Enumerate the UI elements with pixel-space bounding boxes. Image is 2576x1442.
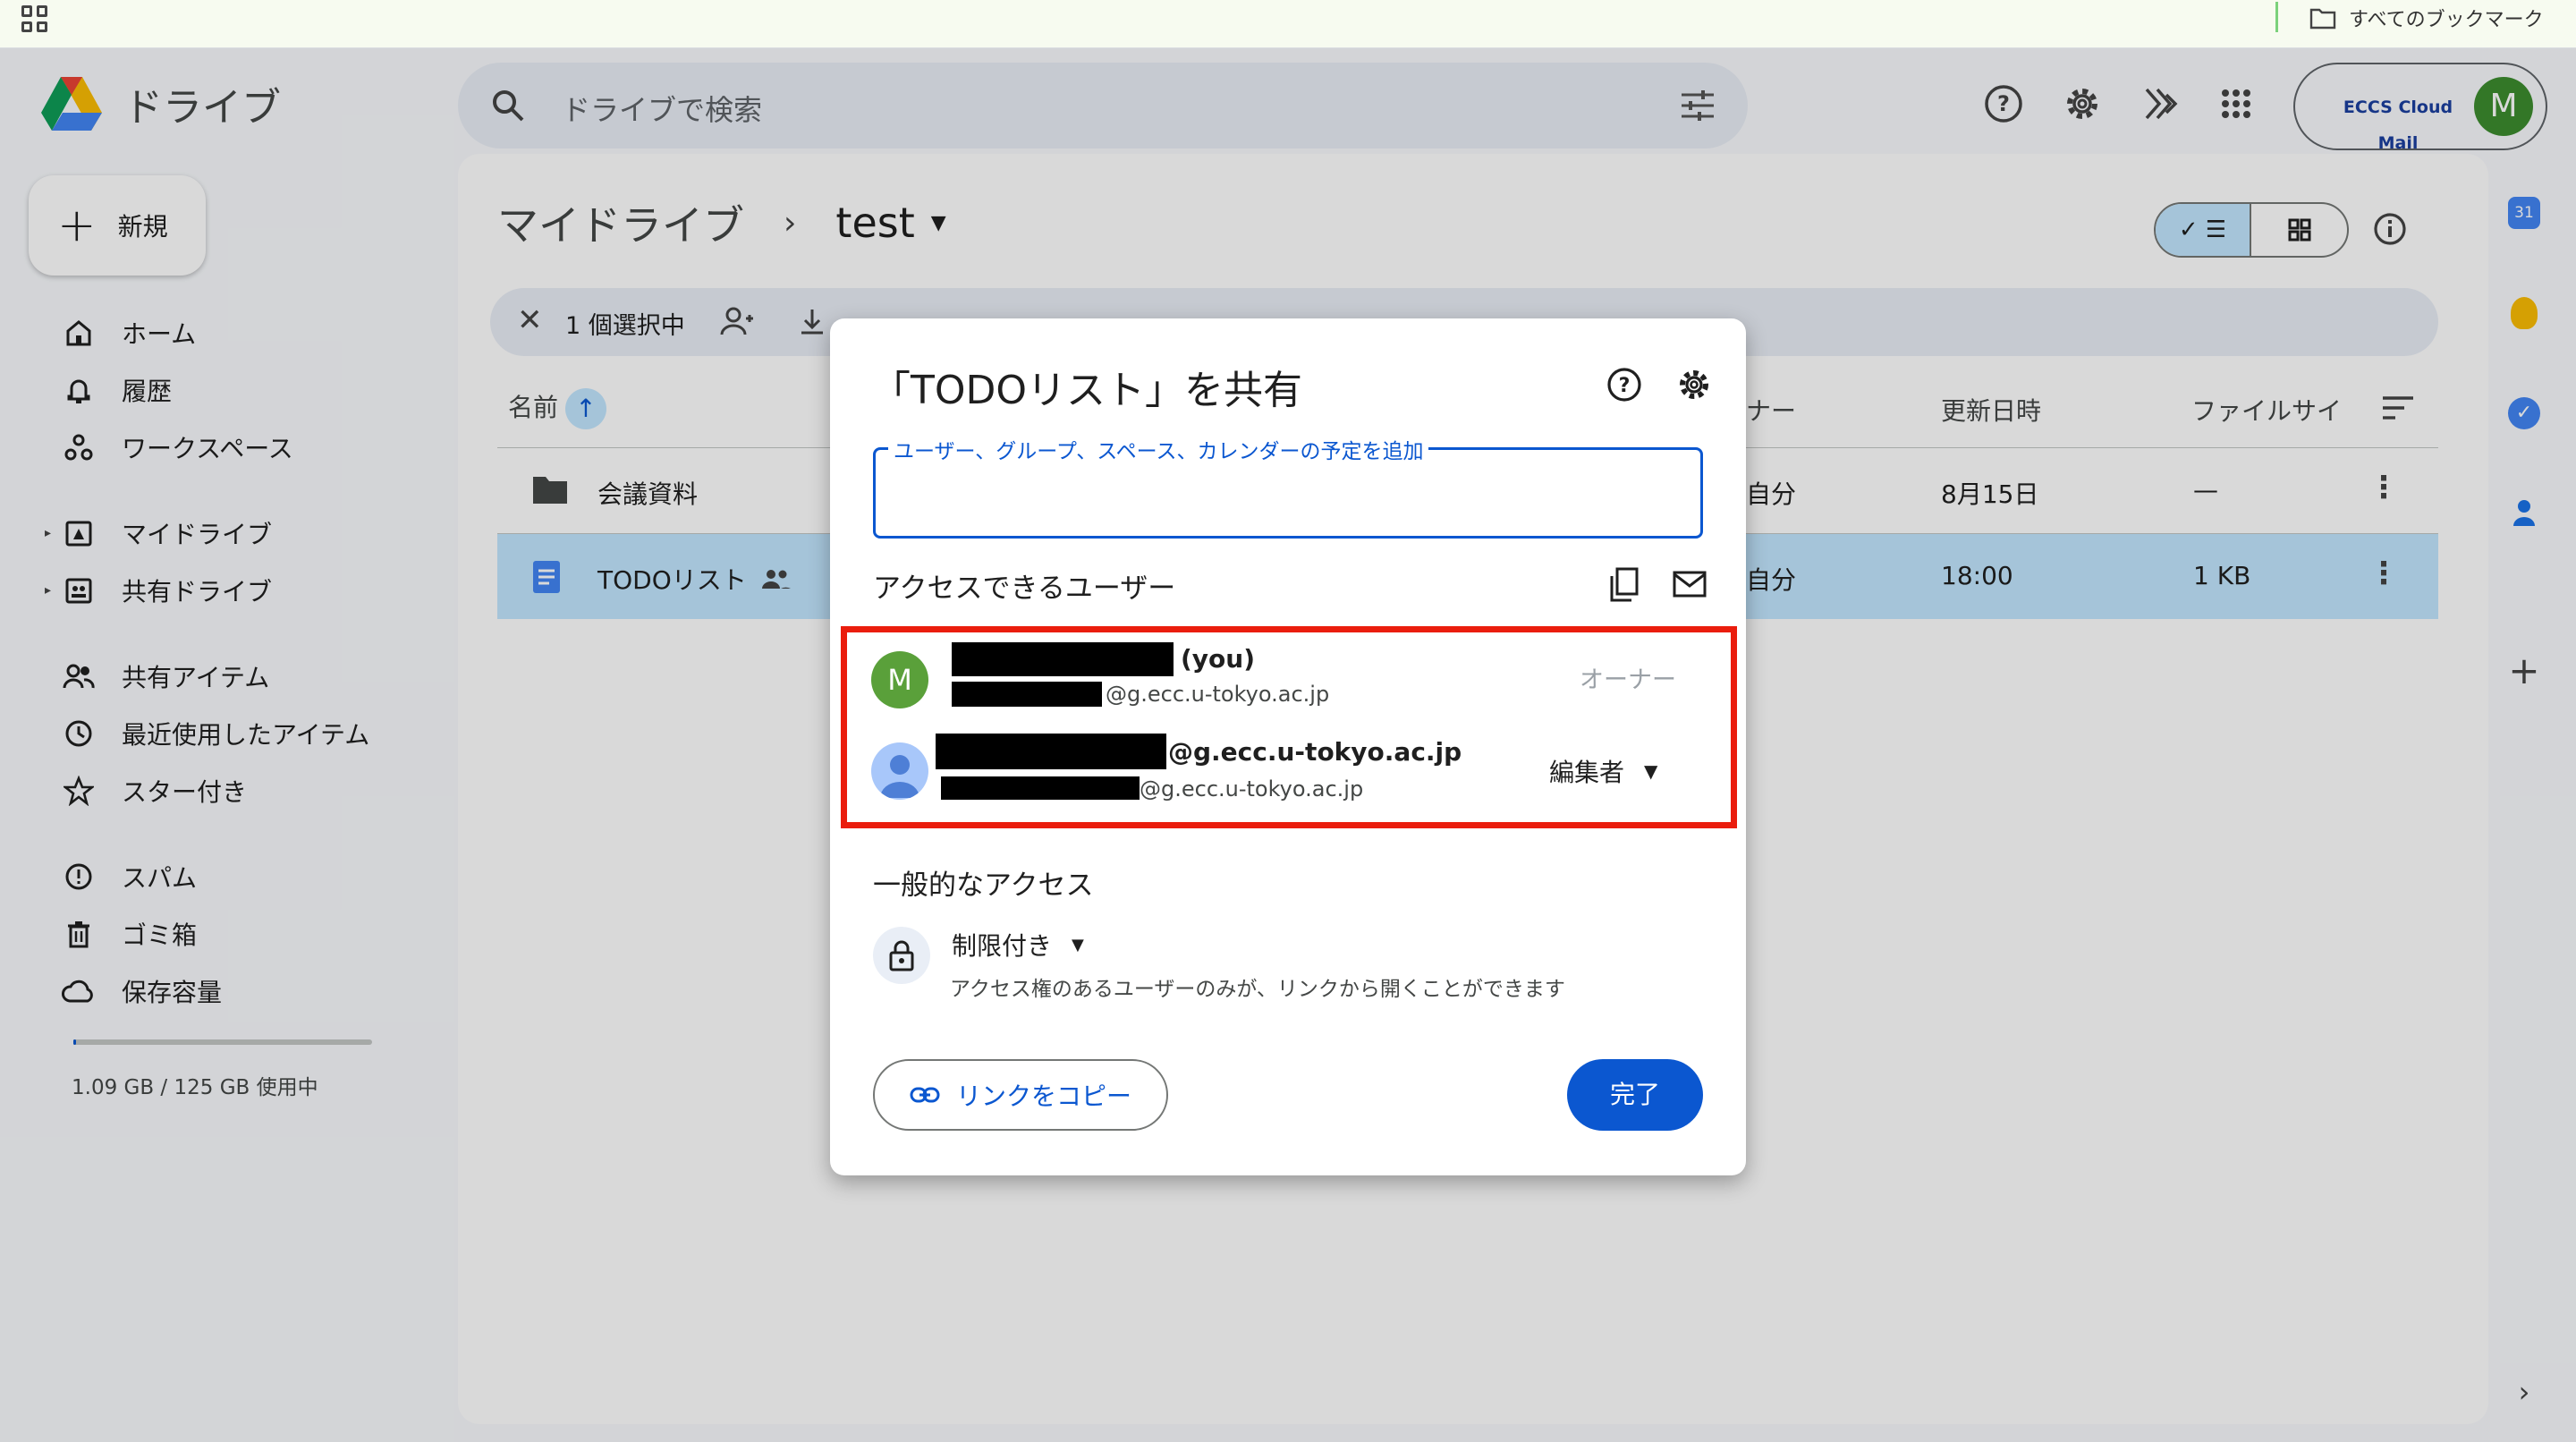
add-people-input[interactable]: ユーザー、グループ、スペース、カレンダーの予定を追加: [873, 434, 1703, 539]
general-access-description: アクセス権のあるユーザーのみが、リンクから開くことができます: [950, 978, 1565, 1001]
role-owner-label: オーナー: [1580, 666, 1676, 694]
people-with-access-heading: アクセスできるユーザー: [873, 573, 1176, 605]
role-editor-label: 編集者: [1549, 758, 1625, 787]
done-button[interactable]: 完了: [1567, 1059, 1703, 1131]
copy-emails-icon[interactable]: [1608, 567, 1640, 603]
redaction-bar: [952, 682, 1102, 707]
link-icon: [910, 1087, 940, 1103]
user-email: @g.ecc.u-tokyo.ac.jp: [1106, 682, 1330, 707]
user-primary-email: @g.ecc.u-tokyo.ac.jp: [1168, 737, 1462, 767]
copy-link-label: リンクをコピー: [955, 1082, 1131, 1111]
person-icon: [880, 755, 919, 798]
svg-text:?: ?: [1619, 375, 1631, 397]
access-user-row[interactable]: @g.ecc.u-tokyo.ac.jp @g.ecc.u-tokyo.ac.j…: [830, 734, 1746, 823]
settings-gear-icon[interactable]: [1674, 365, 1714, 404]
user-email: @g.ecc.u-tokyo.ac.jp: [1140, 776, 1364, 802]
all-bookmarks-button[interactable]: すべてのブックマーク: [2309, 4, 2544, 32]
add-people-label: ユーザー、グループ、スペース、カレンダーの予定を追加: [888, 434, 1429, 464]
redaction-bar: [941, 776, 1140, 800]
folder-icon: [2309, 8, 2336, 30]
general-access-value: 制限付き: [952, 931, 1053, 961]
bookmark-bar: すべてのブックマーク: [0, 0, 2576, 48]
all-bookmarks-label: すべてのブックマーク: [2349, 9, 2544, 31]
bookmark-separator: [2275, 2, 2278, 32]
general-access-heading: 一般的なアクセス: [873, 869, 1094, 902]
caret-down-icon: ▼: [1644, 760, 1658, 782]
caret-down-icon: ▼: [1072, 935, 1084, 954]
access-user-row[interactable]: M (you) @g.ecc.u-tokyo.ac.jp オーナー: [830, 640, 1746, 730]
you-label: (you): [1181, 644, 1256, 674]
general-access-dropdown[interactable]: 制限付き ▼: [952, 927, 1084, 963]
avatar: [871, 742, 928, 800]
dialog-title: 「TODOリスト」を共有: [871, 368, 1303, 413]
copy-link-button[interactable]: リンクをコピー: [873, 1059, 1168, 1131]
email-icon[interactable]: [1673, 571, 1707, 598]
avatar: M: [871, 651, 928, 708]
redaction-bar: [952, 642, 1174, 676]
role-dropdown[interactable]: 編集者 ▼: [1549, 753, 1657, 789]
help-icon[interactable]: ?: [1605, 365, 1644, 404]
share-dialog: 「TODOリスト」を共有 ? ユーザー、グループ、スペース、カレンダーの予定を追…: [830, 318, 1746, 1175]
redaction-bar: [936, 734, 1166, 769]
apps-grid-icon[interactable]: [21, 5, 48, 32]
lock-icon: [873, 927, 930, 984]
